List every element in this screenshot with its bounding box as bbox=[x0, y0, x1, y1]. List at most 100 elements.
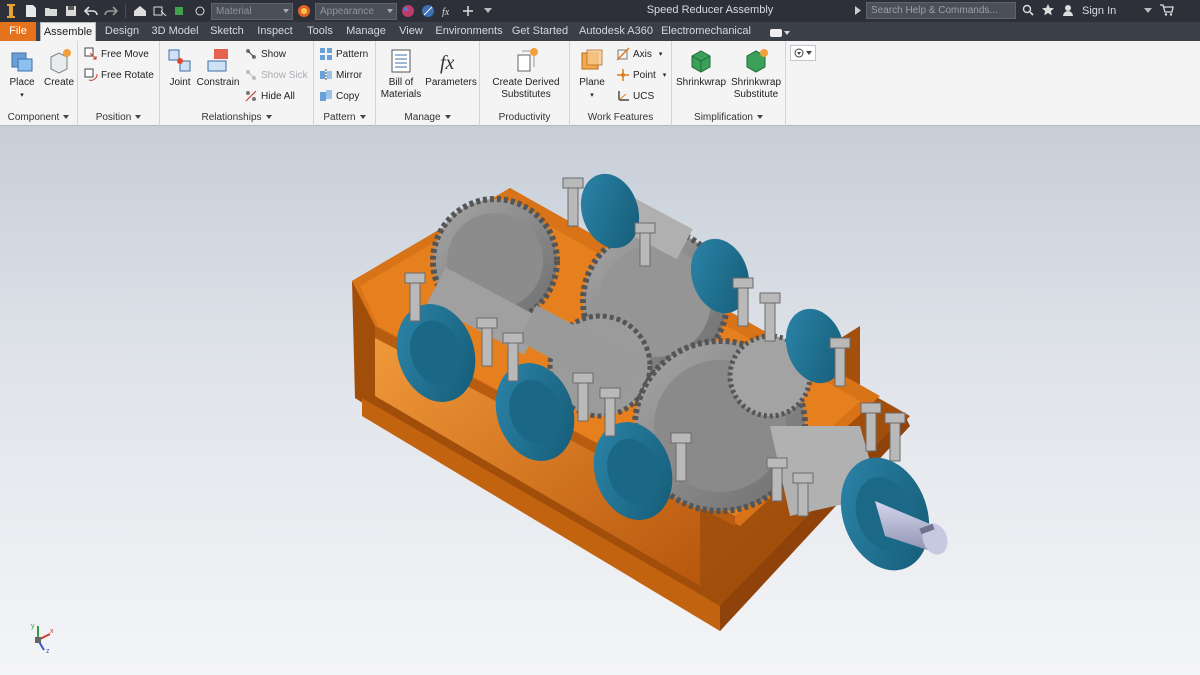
relationships-panel-title[interactable]: Relationships bbox=[160, 111, 313, 124]
tab-file[interactable]: File bbox=[0, 22, 36, 41]
undo-icon[interactable] bbox=[82, 2, 100, 20]
tab-assemble[interactable]: Assemble bbox=[40, 22, 96, 41]
tab-tools[interactable]: Tools bbox=[302, 22, 338, 41]
panel-work-features: Plane ▾ Axis ▾ Point ▾ UCS Work Features bbox=[570, 41, 672, 126]
save-icon[interactable] bbox=[62, 2, 80, 20]
joint-button[interactable]: Joint bbox=[164, 47, 196, 89]
panel-pattern: Pattern Mirror Copy Pattern bbox=[314, 41, 376, 126]
simplification-panel-title[interactable]: Simplification bbox=[672, 111, 785, 124]
pattern-button[interactable]: Pattern bbox=[319, 46, 368, 62]
parameters-button[interactable]: fx Parameters bbox=[424, 47, 478, 89]
app-menu-icon[interactable] bbox=[2, 2, 20, 20]
triad-x-label: x bbox=[50, 628, 54, 635]
derived-label-line2: Substitutes bbox=[501, 89, 551, 100]
output-shaft[interactable] bbox=[770, 426, 952, 583]
free-move-icon bbox=[84, 47, 97, 60]
show-button[interactable]: Show bbox=[244, 46, 286, 62]
appearance-ball-icon[interactable] bbox=[295, 2, 313, 20]
update-icon[interactable] bbox=[171, 2, 189, 20]
customize-dropdown-icon[interactable] bbox=[479, 2, 497, 20]
shrinkwrap-button[interactable]: Shrinkwrap bbox=[674, 47, 728, 89]
tab-inspect[interactable]: Inspect bbox=[252, 22, 298, 41]
shrinkwrap-label: Shrinkwrap bbox=[675, 77, 727, 88]
search-icon[interactable] bbox=[1022, 4, 1034, 19]
adjust-appearance-icon[interactable] bbox=[419, 2, 437, 20]
axis-button[interactable]: Axis ▾ bbox=[616, 46, 662, 62]
graphics-viewport[interactable]: y x z bbox=[0, 126, 1200, 675]
ucs-icon bbox=[618, 91, 629, 101]
fx-icon[interactable]: fx bbox=[439, 2, 457, 20]
create-icon bbox=[50, 49, 71, 74]
title-expand-icon[interactable] bbox=[855, 6, 861, 18]
material-combo[interactable]: Material bbox=[211, 2, 293, 20]
copy-icon bbox=[320, 90, 332, 101]
tab-view[interactable]: View bbox=[394, 22, 428, 41]
favorites-star-icon[interactable] bbox=[1042, 3, 1054, 19]
mirror-button[interactable]: Mirror bbox=[319, 67, 362, 83]
select-icon[interactable] bbox=[151, 2, 169, 20]
shrinkwrap-substitute-icon bbox=[746, 49, 768, 73]
constrain-button[interactable]: Constrain bbox=[196, 47, 240, 89]
panel-position: Free Move Free Rotate Position bbox=[78, 41, 160, 126]
free-rotate-button[interactable]: Free Rotate bbox=[84, 67, 154, 83]
hide-all-icon bbox=[245, 90, 257, 102]
joint-icon bbox=[168, 49, 191, 72]
panel-relationships: Joint Constrain Show Show Sick Hide All … bbox=[160, 41, 314, 126]
sign-in-dropdown-icon[interactable] bbox=[1144, 5, 1153, 17]
tab-autodesk-a360[interactable]: Autodesk A360 bbox=[576, 22, 656, 41]
redo-icon[interactable] bbox=[102, 2, 120, 20]
component-panel-title[interactable]: Component bbox=[0, 111, 77, 124]
pattern-icon bbox=[320, 48, 332, 60]
create-derived-substitutes-button[interactable]: Create Derived Substitutes bbox=[484, 47, 568, 101]
create-label: Create bbox=[43, 77, 74, 88]
free-move-button[interactable]: Free Move bbox=[84, 46, 149, 62]
constrain-icon bbox=[207, 49, 228, 72]
fx-parameters-icon: fx bbox=[440, 52, 455, 74]
add-icon[interactable] bbox=[459, 2, 477, 20]
pattern-label: Pattern bbox=[336, 48, 369, 60]
free-move-label: Free Move bbox=[101, 48, 149, 60]
point-button[interactable]: Point ▾ bbox=[616, 67, 666, 83]
copy-button[interactable]: Copy bbox=[319, 88, 359, 104]
material-combo-label: Material bbox=[216, 5, 252, 17]
new-file-icon[interactable] bbox=[22, 2, 40, 20]
position-panel-title[interactable]: Position bbox=[78, 111, 159, 124]
appearance-combo[interactable]: Appearance bbox=[315, 2, 397, 20]
user-icon[interactable] bbox=[1062, 4, 1074, 19]
pattern-panel-label: Pattern bbox=[323, 112, 356, 123]
tab-3d-model[interactable]: 3D Model bbox=[148, 22, 202, 41]
tab-environments[interactable]: Environments bbox=[432, 22, 506, 41]
derived-label-line1: Create Derived bbox=[492, 77, 560, 88]
sign-in-link[interactable]: Sign In bbox=[1082, 5, 1116, 17]
show-sick-button[interactable]: Show Sick bbox=[244, 67, 308, 83]
shrinkwrap-substitute-label-line2: Substitute bbox=[733, 89, 779, 100]
tab-get-started[interactable]: Get Started bbox=[510, 22, 570, 41]
tab-electromechanical[interactable]: Electromechanical bbox=[660, 22, 752, 41]
help-search-input[interactable]: Search Help & Commands... bbox=[866, 2, 1016, 19]
shrinkwrap-substitute-button[interactable]: Shrinkwrap Substitute bbox=[728, 47, 784, 101]
plane-button[interactable]: Plane ▾ bbox=[574, 47, 610, 102]
constrain-label: Constrain bbox=[196, 77, 240, 88]
ucs-button[interactable]: UCS bbox=[616, 88, 654, 104]
tab-manage[interactable]: Manage bbox=[342, 22, 390, 41]
store-cart-icon[interactable] bbox=[1160, 3, 1175, 19]
productivity-panel-title: Productivity bbox=[480, 111, 569, 124]
speed-reducer-model[interactable] bbox=[0, 126, 1200, 675]
place-button[interactable]: Place ▾ bbox=[4, 47, 40, 102]
bill-of-materials-button[interactable]: Bill of Materials bbox=[378, 47, 424, 101]
clear-appearance-icon[interactable] bbox=[399, 2, 417, 20]
document-title: Speed Reducer Assembly bbox=[646, 4, 774, 16]
manage-panel-title[interactable]: Manage bbox=[376, 111, 479, 124]
home-icon[interactable] bbox=[131, 2, 149, 20]
hide-all-button[interactable]: Hide All bbox=[244, 88, 295, 104]
point-label: Point bbox=[633, 69, 656, 81]
pattern-panel-title[interactable]: Pattern bbox=[314, 111, 375, 124]
parameters-label: Parameters bbox=[425, 77, 477, 88]
ribbon-options-button[interactable] bbox=[790, 45, 816, 61]
tab-design[interactable]: Design bbox=[100, 22, 144, 41]
measure-icon[interactable] bbox=[191, 2, 209, 20]
create-button[interactable]: Create bbox=[42, 47, 76, 89]
free-rotate-icon bbox=[84, 68, 98, 81]
tab-sketch[interactable]: Sketch bbox=[206, 22, 248, 41]
open-file-icon[interactable] bbox=[42, 2, 60, 20]
